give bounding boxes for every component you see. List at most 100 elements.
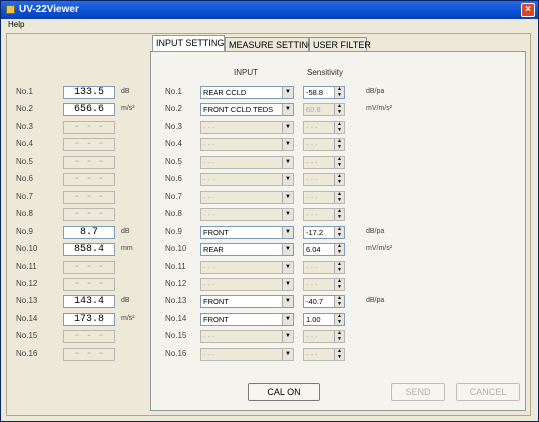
dropdown-arrow-icon[interactable]: ▼ xyxy=(282,87,293,98)
sensitivity-spinbox[interactable]: - - - ▲ ▼ xyxy=(303,156,345,169)
spin-arrows-icon[interactable]: ▲ ▼ xyxy=(334,243,344,255)
input-source-value: FRONT xyxy=(203,315,229,324)
reading-label: No.2 xyxy=(16,104,33,113)
menu-bar: Help xyxy=(2,19,537,31)
sensitivity-unit: dB/pa xyxy=(366,228,385,235)
tab-input-setting[interactable]: INPUT SETTING xyxy=(152,35,225,51)
spin-arrows-icon[interactable]: ▲ ▼ xyxy=(334,156,344,168)
reading-unit: mm xyxy=(121,245,133,252)
spin-arrows-icon[interactable]: ▲ ▼ xyxy=(334,208,344,220)
reading-value: - - - xyxy=(63,173,115,186)
sensitivity-spinbox[interactable]: - - - ▲ ▼ xyxy=(303,208,345,221)
spin-arrows-icon[interactable]: ▲ ▼ xyxy=(334,103,344,115)
sensitivity-spinbox[interactable]: - - - ▲ ▼ xyxy=(303,191,345,204)
input-source-select[interactable]: FRONT ▼ xyxy=(200,226,294,239)
reading-value: - - - xyxy=(63,121,115,134)
dropdown-arrow-icon[interactable]: ▼ xyxy=(282,349,293,360)
dropdown-arrow-icon[interactable]: ▼ xyxy=(282,227,293,238)
input-source-select[interactable]: - - - ▼ xyxy=(200,261,294,274)
sensitivity-spinbox[interactable]: - - - ▲ ▼ xyxy=(303,261,345,274)
sensitivity-value: - - - xyxy=(306,210,318,219)
dropdown-arrow-icon[interactable]: ▼ xyxy=(282,122,293,133)
input-source-select[interactable]: - - - ▼ xyxy=(200,348,294,361)
sensitivity-spinbox[interactable]: - - - ▲ ▼ xyxy=(303,138,345,151)
input-source-value: - - - xyxy=(203,123,215,132)
dropdown-arrow-icon[interactable]: ▼ xyxy=(282,244,293,255)
input-source-select[interactable]: FRONT ▼ xyxy=(200,295,294,308)
dropdown-arrow-icon[interactable]: ▼ xyxy=(282,279,293,290)
input-source-select[interactable]: REAR ▼ xyxy=(200,243,294,256)
input-source-select[interactable]: - - - ▼ xyxy=(200,191,294,204)
input-source-select[interactable]: - - - ▼ xyxy=(200,278,294,291)
sensitivity-spinbox[interactable]: - - - ▲ ▼ xyxy=(303,330,345,343)
spin-arrows-icon[interactable]: ▲ ▼ xyxy=(334,278,344,290)
spin-arrows-icon[interactable]: ▲ ▼ xyxy=(334,330,344,342)
spin-arrows-icon[interactable]: ▲ ▼ xyxy=(334,295,344,307)
menu-help[interactable]: Help xyxy=(8,19,24,31)
title-bar[interactable]: UV-22Viewer × xyxy=(1,1,538,19)
sensitivity-spinbox[interactable]: - - - ▲ ▼ xyxy=(303,348,345,361)
sensitivity-value: - - - xyxy=(306,175,318,184)
dropdown-arrow-icon[interactable]: ▼ xyxy=(282,157,293,168)
input-source-value: FRONT xyxy=(203,228,229,237)
sensitivity-spinbox[interactable]: -58.8 ▲ ▼ xyxy=(303,86,345,99)
spin-arrows-icon[interactable]: ▲ ▼ xyxy=(334,313,344,325)
input-source-select[interactable]: FRONT CCLD TEDS ▼ xyxy=(200,103,294,116)
spin-arrows-icon[interactable]: ▲ ▼ xyxy=(334,348,344,360)
reading-value: - - - xyxy=(63,208,115,221)
input-source-select[interactable]: - - - ▼ xyxy=(200,208,294,221)
dropdown-arrow-icon[interactable]: ▼ xyxy=(282,331,293,342)
cancel-button[interactable]: CANCEL xyxy=(456,383,520,401)
dropdown-arrow-icon[interactable]: ▼ xyxy=(282,296,293,307)
close-button[interactable]: × xyxy=(521,3,535,17)
input-source-select[interactable]: - - - ▼ xyxy=(200,173,294,186)
input-column-header: INPUT xyxy=(234,68,258,77)
dropdown-arrow-icon[interactable]: ▼ xyxy=(282,209,293,220)
spin-arrows-icon[interactable]: ▲ ▼ xyxy=(334,121,344,133)
sensitivity-unit: dB/pa xyxy=(366,88,385,95)
sensitivity-value: - - - xyxy=(306,350,318,359)
input-source-select[interactable]: REAR CCLD ▼ xyxy=(200,86,294,99)
sensitivity-spinbox[interactable]: - - - ▲ ▼ xyxy=(303,121,345,134)
sensitivity-spinbox[interactable]: -17.2 ▲ ▼ xyxy=(303,226,345,239)
input-channel-label: No.6 xyxy=(165,174,182,183)
reading-label: No.15 xyxy=(16,331,38,340)
input-source-value: - - - xyxy=(203,263,215,272)
input-source-select[interactable]: - - - ▼ xyxy=(200,330,294,343)
dropdown-arrow-icon[interactable]: ▼ xyxy=(282,192,293,203)
tab-user-filter[interactable]: USER FILTER xyxy=(309,37,371,51)
dropdown-arrow-icon[interactable]: ▼ xyxy=(282,104,293,115)
dropdown-arrow-icon[interactable]: ▼ xyxy=(282,139,293,150)
sensitivity-spinbox[interactable]: - - - ▲ ▼ xyxy=(303,173,345,186)
dropdown-arrow-icon[interactable]: ▼ xyxy=(282,262,293,273)
spin-arrows-icon[interactable]: ▲ ▼ xyxy=(334,138,344,150)
dropdown-arrow-icon[interactable]: ▼ xyxy=(282,174,293,185)
sensitivity-spinbox[interactable]: - - - ▲ ▼ xyxy=(303,278,345,291)
spin-arrows-icon[interactable]: ▲ ▼ xyxy=(334,173,344,185)
cal-on-button[interactable]: CAL ON xyxy=(248,383,320,401)
sensitivity-spinbox[interactable]: 1.00 ▲ ▼ xyxy=(303,313,345,326)
input-source-select[interactable]: - - - ▼ xyxy=(200,156,294,169)
send-button[interactable]: SEND xyxy=(391,383,445,401)
reading-label: No.9 xyxy=(16,227,33,236)
input-channel-label: No.8 xyxy=(165,209,182,218)
input-source-select[interactable]: - - - ▼ xyxy=(200,121,294,134)
sensitivity-unit: mV/m/s² xyxy=(366,105,393,112)
dropdown-arrow-icon[interactable]: ▼ xyxy=(282,314,293,325)
spin-arrows-icon[interactable]: ▲ ▼ xyxy=(334,226,344,238)
input-source-select[interactable]: - - - ▼ xyxy=(200,138,294,151)
input-source-value: - - - xyxy=(203,280,215,289)
sensitivity-value: - - - xyxy=(306,123,318,132)
sensitivity-spinbox[interactable]: 6.04 ▲ ▼ xyxy=(303,243,345,256)
tab-measure-setting[interactable]: MEASURE SETTING xyxy=(225,37,315,51)
reading-value: - - - xyxy=(63,156,115,169)
spin-arrows-icon[interactable]: ▲ ▼ xyxy=(334,86,344,98)
input-source-value: - - - xyxy=(203,350,215,359)
sensitivity-spinbox[interactable]: 60.8 ▲ ▼ xyxy=(303,103,345,116)
spin-arrows-icon[interactable]: ▲ ▼ xyxy=(334,191,344,203)
sensitivity-spinbox[interactable]: -40.7 ▲ ▼ xyxy=(303,295,345,308)
spin-arrows-icon[interactable]: ▲ ▼ xyxy=(334,261,344,273)
reading-label: No.16 xyxy=(16,349,38,358)
input-source-select[interactable]: FRONT ▼ xyxy=(200,313,294,326)
input-source-value: FRONT xyxy=(203,297,229,306)
